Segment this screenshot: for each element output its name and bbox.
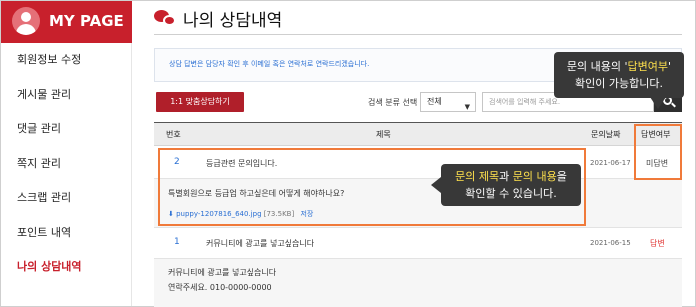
row-number: 1 [174,237,180,247]
sidebar-item-messages[interactable]: 쪽지 관리 [1,147,132,182]
title-divider [154,34,682,35]
row-content-line: 연락주세요. 010-0000-0000 [168,283,272,292]
sidebar-item-profile-edit[interactable]: 회원정보 수정 [1,43,132,78]
header-date: 문의날짜 [591,130,621,139]
sidebar-item-comments[interactable]: 댓글 관리 [1,112,132,147]
sidebar-item-points[interactable]: 포인트 내역 [1,216,132,251]
row-content-line: 커뮤니티에 광고를 넣고싶습니다 [168,268,277,277]
callout-content: 문의 제목과 문의 내용을 확인할 수 있습니다. [441,164,581,206]
header-num: 번호 [166,130,181,139]
row-detail: 커뮤니티에 광고를 넣고싶습니다 연락주세요. 010-0000-0000 [154,259,682,307]
mypage-header: MY PAGE [1,1,132,43]
row-date: 2021-06-15 [590,239,631,247]
callout-status: 문의 내용의 '답변여부' 확인이 가능합니다. [554,52,684,98]
mypage-title: MY PAGE [49,12,124,30]
search-category-select[interactable]: 전체 ▼ [420,92,476,112]
highlight-status-box [634,124,682,180]
chevron-down-icon: ▼ [464,103,470,111]
table-header: 번호 제목 문의날짜 답변여부 [154,122,682,146]
user-avatar-icon [12,7,40,35]
consult-button[interactable]: 1:1 맞춤상담하기 [156,92,244,112]
page-title-area: 나의 상담내역 [154,6,282,31]
notice-text: 상담 답변은 담당자 확인 후 이메일 혹은 연락처로 연락드리겠습니다. [169,60,370,68]
speech-bubbles-icon [154,9,178,28]
callout-status-pointer [650,97,666,109]
row-title[interactable]: 커뮤니티에 광고를 넣고싶습니다 [206,238,314,249]
consult-button-label: 1:1 맞춤상담하기 [170,97,230,106]
row-date: 2021-06-17 [590,159,631,167]
callout-content-pointer [431,177,441,193]
sidebar: MY PAGE 회원정보 수정 게시물 관리 댓글 관리 쪽지 관리 스크랩 관… [1,1,132,306]
sidebar-menu: 회원정보 수정 게시물 관리 댓글 관리 쪽지 관리 스크랩 관리 포인트 내역… [1,43,132,285]
header-title: 제목 [376,130,391,139]
table-row[interactable]: 1 커뮤니티에 광고를 넣고싶습니다 2021-06-15 답변 [154,228,682,258]
sidebar-item-scraps[interactable]: 스크랩 관리 [1,181,132,216]
search-category-value: 전체 [427,97,442,106]
sidebar-item-posts[interactable]: 게시물 관리 [1,78,132,113]
search-category-label: 검색 분류 선택 [368,98,418,107]
sidebar-item-my-consultations[interactable]: 나의 상담내역 [1,250,132,285]
page-title: 나의 상담내역 [183,11,283,31]
row-status: 답변 [650,239,665,248]
